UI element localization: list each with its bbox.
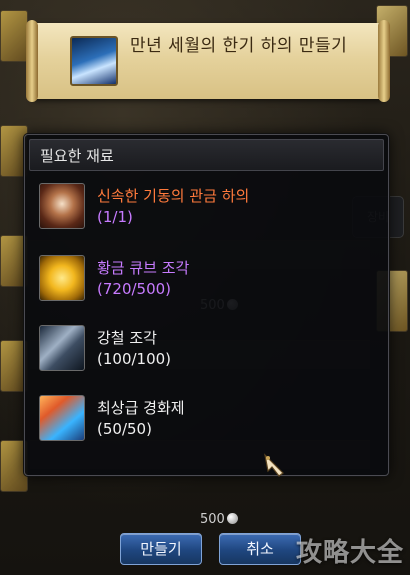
- frost-legs-icon: [70, 36, 118, 86]
- mouse-cursor-icon: [264, 453, 284, 477]
- hardener-icon: [39, 395, 85, 441]
- material-count: (50/50): [97, 420, 152, 438]
- material-count: (1/1): [97, 208, 133, 226]
- golden-cube-icon: [39, 255, 85, 301]
- steel-piece-icon: [39, 325, 85, 371]
- material-name: 강철 조각: [97, 329, 157, 347]
- material-count: (720/500): [97, 280, 172, 298]
- materials-popup: 필요한 재료 신속한 기동의 관금 하의 (1/1) 황금 큐브 조각 (720…: [24, 134, 389, 476]
- material-name: 최상급 경화제: [97, 399, 185, 417]
- recipe-title: 만년 세월의 한기 하의 만들기: [130, 36, 348, 56]
- watermark: 攻略大全: [295, 538, 404, 568]
- material-item[interactable]: 황금 큐브 조각 (720/500): [39, 255, 369, 309]
- bg-item-icon: [0, 10, 28, 62]
- popup-header-label: 필요한 재료: [40, 147, 114, 165]
- cancel-button[interactable]: 취소: [219, 533, 301, 565]
- gold-price: 500: [200, 512, 238, 527]
- material-item[interactable]: 신속한 기동의 관금 하의 (1/1): [39, 183, 369, 237]
- material-item[interactable]: 최상급 경화제 (50/50): [39, 395, 369, 449]
- popup-header: 필요한 재료: [29, 139, 384, 171]
- material-item[interactable]: 강철 조각 (100/100): [39, 325, 369, 379]
- silver-coin-icon: [226, 513, 238, 524]
- material-count: (100/100): [97, 350, 172, 368]
- gold-amount: 500: [200, 512, 225, 527]
- material-name: 황금 큐브 조각: [97, 259, 190, 277]
- material-name: 신속한 기동의 관금 하의: [97, 187, 250, 205]
- armor-legs-icon: [39, 183, 85, 229]
- recipe-banner: 만년 세월의 한기 하의 만들기: [26, 20, 390, 102]
- make-button[interactable]: 만들기: [120, 533, 202, 565]
